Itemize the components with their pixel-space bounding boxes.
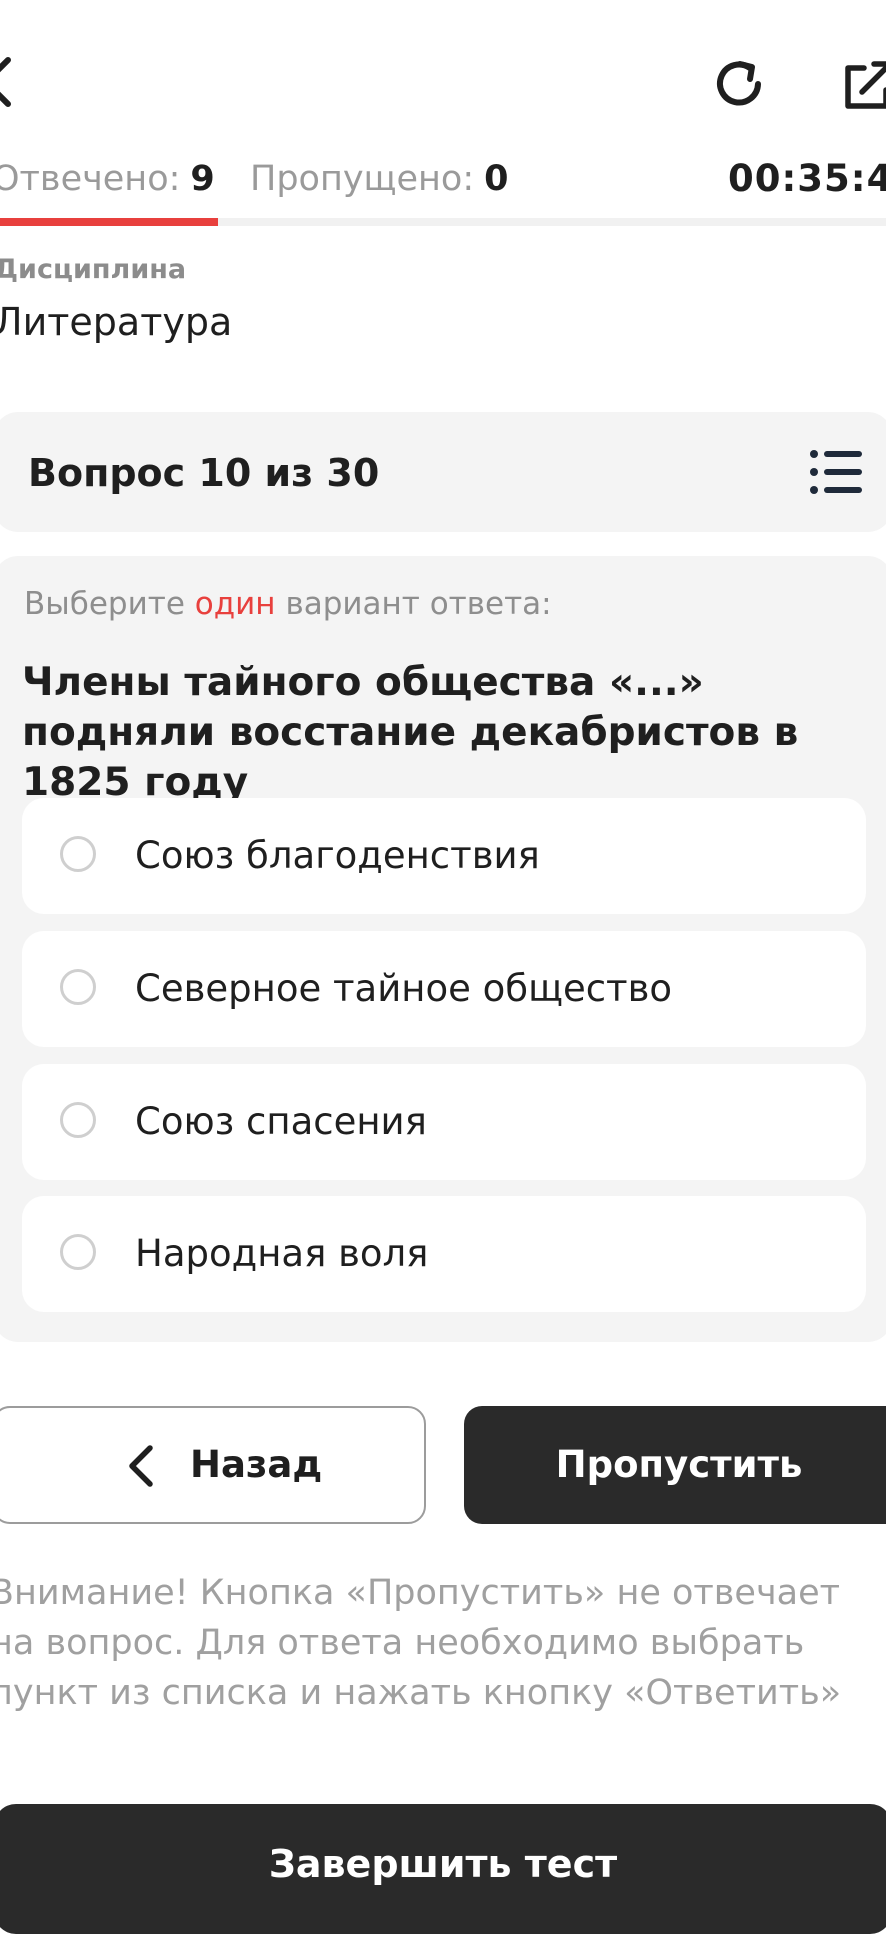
discipline-value: Литература bbox=[0, 300, 233, 344]
answer-option[interactable]: Северное тайное общество bbox=[22, 931, 866, 1047]
answer-option-label: Союз благоденствия bbox=[135, 834, 540, 877]
discipline-label: Дисциплина bbox=[0, 254, 187, 285]
answer-instruction: Выберите один вариант ответа: bbox=[24, 586, 552, 622]
answered-value: 9 bbox=[190, 159, 215, 199]
radio-button[interactable] bbox=[60, 1234, 96, 1270]
instruction-text: Выберите bbox=[24, 586, 185, 622]
progress-fill bbox=[0, 218, 218, 226]
answer-option-label: Северное тайное общество bbox=[135, 967, 673, 1010]
answer-option[interactable]: Народная воля bbox=[22, 1196, 866, 1312]
instruction-text-end: вариант ответа: bbox=[285, 586, 552, 622]
radio-button[interactable] bbox=[60, 969, 96, 1005]
skipped-value: 0 bbox=[484, 159, 509, 199]
answered-count: Отвечено: 9 bbox=[0, 154, 215, 204]
finish-test-label: Завершить тест bbox=[268, 1842, 618, 1886]
finish-test-button[interactable]: Завершить тест bbox=[0, 1804, 886, 1934]
chevron-left-icon bbox=[126, 1442, 156, 1490]
answered-label: Отвечено: bbox=[0, 159, 181, 199]
skip-notice: Внимание! Кнопка «Пропустить» не отвечае… bbox=[0, 1573, 842, 1713]
external-link-icon[interactable] bbox=[842, 58, 886, 112]
progress-bar bbox=[0, 218, 886, 226]
skipped-label: Пропущено: bbox=[250, 159, 475, 199]
radio-button[interactable] bbox=[60, 836, 96, 872]
back-button[interactable]: Назад bbox=[0, 1406, 426, 1524]
chevron-left-icon[interactable] bbox=[0, 52, 14, 112]
answer-option-label: Союз спасения bbox=[135, 1100, 427, 1143]
skip-button-label: Пропустить bbox=[555, 1443, 803, 1486]
back-button-label: Назад bbox=[190, 1443, 323, 1486]
skip-button[interactable]: Пропустить bbox=[464, 1406, 886, 1524]
timer: 00:35:47 bbox=[728, 157, 886, 200]
list-icon[interactable] bbox=[808, 446, 864, 498]
answer-option-label: Народная воля bbox=[135, 1232, 429, 1275]
radio-button[interactable] bbox=[60, 1102, 96, 1138]
question-counter: Вопрос 10 из 30 bbox=[28, 451, 380, 495]
refresh-icon[interactable] bbox=[710, 54, 770, 114]
instruction-highlight: один bbox=[194, 586, 276, 622]
question-text: Члены тайного общества «...» подняли вос… bbox=[22, 660, 799, 805]
skipped-count: Пропущено: 0 bbox=[250, 154, 509, 204]
answer-option[interactable]: Союз благоденствия bbox=[22, 798, 866, 914]
answer-option[interactable]: Союз спасения bbox=[22, 1064, 866, 1180]
